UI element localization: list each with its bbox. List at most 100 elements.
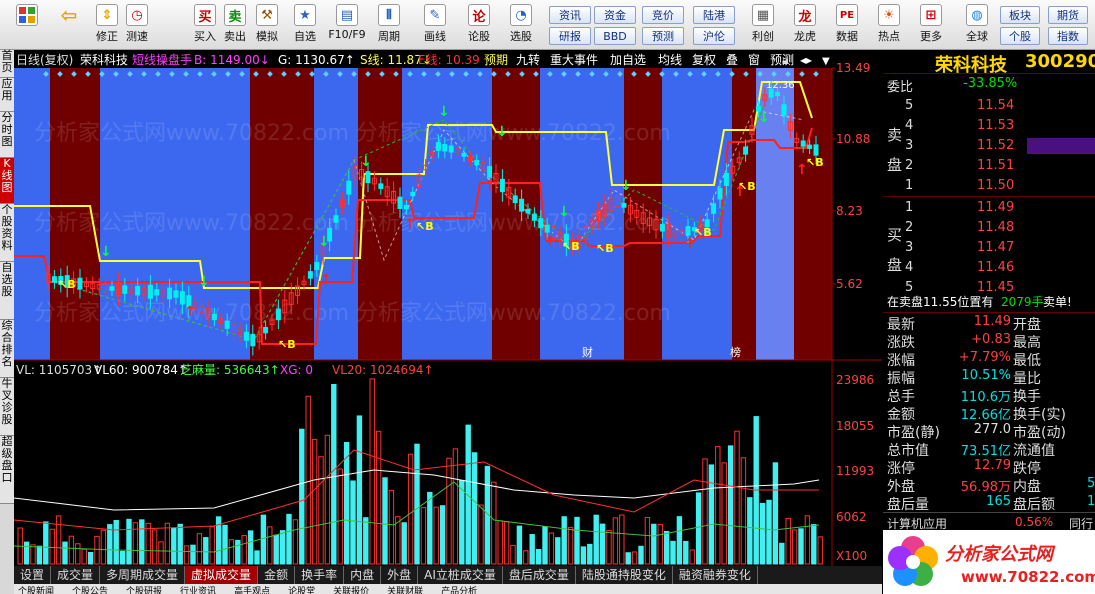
chart-menu-4[interactable]: 复权 — [692, 53, 716, 67]
bid-row[interactable]: 1 11.49 — [883, 198, 1095, 218]
high-price-label: 12.36 — [766, 80, 795, 91]
lock-icon[interactable]: 🔒︎ — [782, 53, 788, 67]
toolbar-button-12[interactable]: ◔ 选股 — [504, 4, 538, 48]
info-tab-5[interactable]: 论股堂 — [288, 584, 315, 594]
left-tab-2[interactable]: 分时图 — [0, 112, 14, 158]
toolbar-button-0[interactable] — [10, 4, 44, 48]
toolbar-button-9[interactable]: ⫴ 周期 — [372, 4, 406, 48]
indicator-tab-9[interactable]: 盘后成交量 — [503, 566, 576, 584]
stat-row: 涨停 12.79 跌停 — [883, 458, 1095, 477]
quick-button-5[interactable]: BBD — [594, 27, 636, 45]
toolbar-button-16[interactable]: ☀ 热点 — [872, 4, 906, 48]
quick-button-10[interactable]: 个股 — [1000, 27, 1040, 45]
left-tab-5[interactable]: 自选股 — [0, 262, 14, 320]
weibi-row: 委比 -33.85% — [883, 76, 1095, 96]
info-tab-2[interactable]: 个股研报 — [126, 584, 162, 594]
indicator-tab-1[interactable]: 成交量 — [51, 566, 101, 584]
info-tab-4[interactable]: 高手观点 — [234, 584, 270, 594]
info-tab-1[interactable]: 个股公告 — [72, 584, 108, 594]
left-tab-4[interactable]: 个股资料 — [0, 204, 14, 262]
quick-button-2[interactable]: 竞价 — [642, 6, 684, 24]
quick-button-1[interactable]: 资金 — [594, 6, 636, 24]
indicator-tab-4[interactable]: 金额 — [258, 566, 296, 584]
expand-icon[interactable]: ◂▸ — [800, 53, 812, 67]
ask-row[interactable]: 2 11.51 — [883, 156, 1095, 176]
chart-canvas[interactable]: 分析家公式网www.70822.com 分析家公式网www.70822.com 分… — [13, 50, 882, 566]
red-up-arrow-icon: ↑ — [684, 236, 696, 252]
bid-row[interactable]: 4 11.46 — [883, 258, 1095, 278]
chart-menu-6[interactable]: 窗 — [748, 53, 760, 67]
stat-label-2: 开盘 — [1013, 317, 1041, 333]
ask-price: 11.53 — [977, 118, 1015, 133]
toolbar-button-18[interactable]: ◍ 全球 — [960, 4, 994, 48]
event-marker-cai[interactable]: 财 — [582, 345, 593, 359]
indicator-tab-0[interactable]: 设置 — [14, 566, 52, 584]
kline-chart[interactable]: 分析家公式网www.70822.com 分析家公式网www.70822.com 分… — [13, 50, 882, 566]
ask-row[interactable]: 5 11.54 — [883, 96, 1095, 116]
sector-row[interactable]: 计算机应用 0.56% 同行 — [883, 512, 1095, 532]
indicator-tab-2[interactable]: 多周期成交量 — [100, 566, 186, 584]
toolbar-button-6[interactable]: ⚒ 模拟 — [250, 4, 284, 48]
left-tab-6[interactable]: 综合排名 — [0, 320, 14, 378]
toolbar-button-14[interactable]: 龙龙虎 — [788, 4, 822, 48]
chart-menu-5[interactable]: 叠 — [726, 53, 738, 67]
quick-button-11[interactable]: 指数 — [1048, 27, 1088, 45]
indicator-tab-5[interactable]: 换手率 — [295, 566, 345, 584]
bid-row[interactable]: 3 11.47 — [883, 238, 1095, 258]
toolbar-button-7[interactable]: ★ 自选 — [288, 4, 322, 48]
price-axis-label: 13.49 — [836, 61, 870, 75]
left-tab-0[interactable]: 首页 — [0, 50, 14, 78]
toolbar-button-17[interactable]: ⊞ 更多 — [914, 4, 948, 48]
indicator-tab-7[interactable]: 外盘 — [381, 566, 419, 584]
chart-menu-2[interactable]: 加自选 — [610, 53, 646, 67]
event-marker-bang[interactable]: 榜 — [730, 345, 741, 359]
indicator-name: 短线操盘手 — [132, 52, 192, 67]
indicator-tab-11[interactable]: 融资融券变化 — [673, 566, 758, 584]
bid-row[interactable]: 5 11.45 — [883, 278, 1095, 298]
left-tab-8[interactable]: 超级盘口 — [0, 436, 14, 504]
toolbar-button-10[interactable]: ✎ 画线 — [418, 4, 452, 48]
toolbar-button-1[interactable]: ⇦ — [52, 3, 86, 48]
quick-button-0[interactable]: 资讯 — [549, 6, 591, 24]
ask-level: 5 — [905, 98, 914, 113]
left-tab-1[interactable]: 应用 — [0, 78, 14, 112]
green-down-arrow-icon: ↓ — [758, 110, 770, 126]
quick-button-8[interactable]: 板块 — [1000, 6, 1040, 24]
indicator-tab-10[interactable]: 陆股通持股变化 — [576, 566, 673, 584]
toolbar-button-15[interactable]: PE 数据 — [830, 4, 864, 48]
ask-row[interactable]: 3 11.52 — [883, 136, 1095, 156]
indicator-tab-8[interactable]: AI立桩成交量 — [418, 566, 503, 584]
quick-button-4[interactable]: 研报 — [549, 27, 591, 45]
info-tab-6[interactable]: 关联报价 — [333, 584, 369, 594]
indicator-tab-3[interactable]: 虚拟成交量 — [185, 566, 259, 584]
ask-row[interactable]: 4 11.53 — [883, 116, 1095, 136]
quick-button-9[interactable]: 期货 — [1048, 6, 1088, 24]
toolbar-button-3[interactable]: ◷ 测速 — [120, 4, 154, 48]
left-tab-7[interactable]: 牛叉诊股 — [0, 378, 14, 436]
chart-menu-3[interactable]: 均线 — [658, 53, 682, 67]
chart-menu-1[interactable]: 重大事件 — [550, 53, 598, 67]
quick-button-3[interactable]: 陆港 — [693, 6, 735, 24]
toolbar-button-4[interactable]: 买买入 — [188, 4, 222, 48]
toolbar-button-11[interactable]: 论论股 — [462, 4, 496, 48]
pe-icon: PE — [836, 4, 858, 26]
bid-row[interactable]: 2 11.48 — [883, 218, 1095, 238]
info-tab-0[interactable]: 个股新闻 — [18, 584, 54, 594]
dropdown-icon[interactable]: ▼ — [822, 56, 830, 67]
chart-menu-0[interactable]: 九转 — [516, 52, 540, 67]
toolbar-button-5[interactable]: 卖卖出 — [218, 4, 252, 48]
stat-label: 总手 — [887, 389, 915, 405]
info-tab-8[interactable]: 产品分析 — [441, 584, 477, 594]
quick-button-7[interactable]: 沪伦 — [693, 27, 735, 45]
bid-price: 11.47 — [977, 240, 1015, 255]
info-tab-3[interactable]: 行业资讯 — [180, 584, 216, 594]
indicator-tab-6[interactable]: 内盘 — [344, 566, 382, 584]
toolbar-button-8[interactable]: ▤ F10/F9 — [328, 4, 366, 48]
left-tab-3[interactable]: K线图 — [0, 158, 14, 204]
ask-row[interactable]: 1 11.50 — [883, 176, 1095, 196]
quick-button-6[interactable]: 预测 — [642, 27, 684, 45]
toolbar-button-13[interactable]: ▦ 利创 — [746, 4, 780, 48]
info-tab-7[interactable]: 关联财联 — [387, 584, 423, 594]
toolbar-button-2[interactable]: ⇕ 修正 — [90, 4, 124, 48]
stat-label: 振幅 — [887, 371, 915, 387]
